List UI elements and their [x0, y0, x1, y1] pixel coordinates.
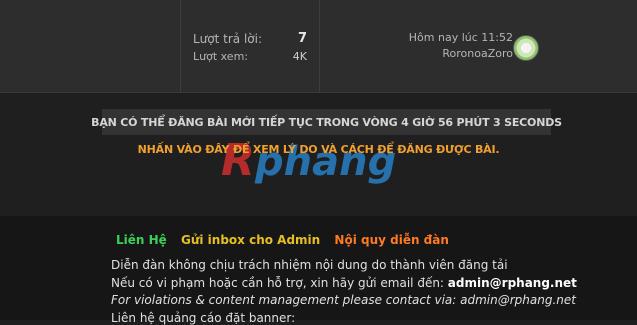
- replies-count: 7: [297, 31, 307, 46]
- notice-reason-link[interactable]: NHẤN VÀO ĐÂY ĐỂ XEM LÝ DO VÀ CÁCH ĐỂ ĐĂN…: [0, 143, 637, 156]
- inbox-admin-link[interactable]: Gửi inbox cho Admin: [181, 233, 320, 247]
- notice-message: BẠN CÓ THỂ ĐĂNG BÀI MỚI TIẾP TỤC TRONG V…: [91, 115, 562, 129]
- replies-label: Lượt trả lời:: [193, 32, 263, 46]
- support-text-prefix: Nếu có vi phạm hoặc cần hỗ trợ, xin hãy …: [111, 276, 448, 290]
- support-text: Nếu có vi phạm hoặc cần hỗ trợ, xin hãy …: [111, 276, 577, 290]
- last-post-time[interactable]: Hôm nay lúc 11:52: [409, 31, 513, 44]
- views-count: 4K: [292, 50, 307, 63]
- rphang-watermark-logo: R phang: [221, 135, 396, 186]
- violations-contact-text: For violations & content management plea…: [111, 293, 576, 307]
- footer-links: Liên Hệ Gửi inbox cho Admin Nội quy diễn…: [116, 233, 459, 247]
- column-divider: [180, 0, 181, 92]
- avatar[interactable]: [513, 35, 539, 61]
- admin-email[interactable]: admin@rphang.net: [448, 276, 577, 290]
- banner-contact-text: Liên hệ quảng cáo đặt banner:: [111, 311, 296, 325]
- last-post-user[interactable]: RoronoaZoro: [442, 47, 513, 60]
- disclaimer-text: Diễn đàn không chịu trách nhiệm nội dung…: [111, 258, 508, 272]
- forum-rules-link[interactable]: Nội quy diễn đàn: [334, 233, 449, 247]
- contact-link[interactable]: Liên Hệ: [116, 233, 167, 247]
- thread-row: Lượt trả lời: 7 Lượt xem: 4K Hôm nay lúc…: [0, 0, 637, 93]
- views-label: Lượt xem:: [193, 50, 248, 63]
- column-divider: [319, 0, 320, 92]
